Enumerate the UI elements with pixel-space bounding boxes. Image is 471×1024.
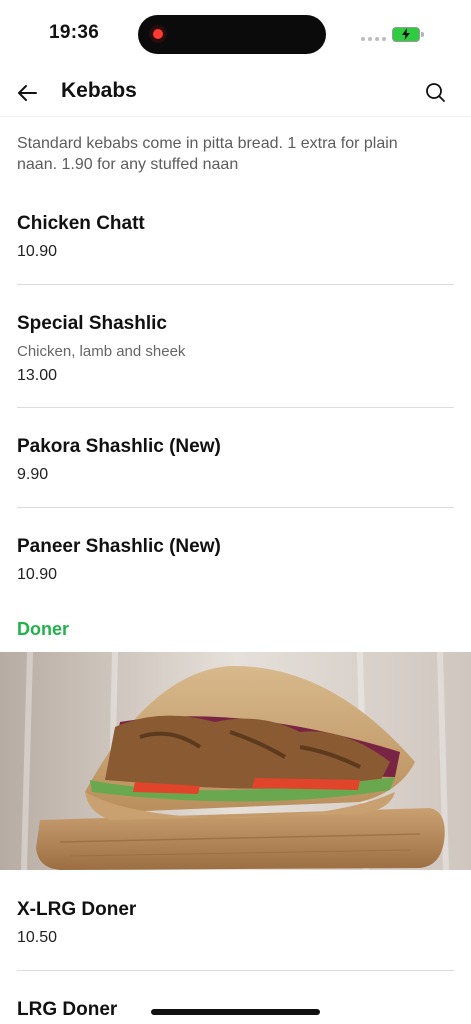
menu-item-special-shashlic[interactable]: Special Shashlic Chicken, lamb and sheek…: [0, 300, 471, 407]
divider: [17, 507, 454, 508]
menu-item-pakora-shashlic[interactable]: Pakora Shashlic (New) 9.90: [0, 423, 471, 507]
divider: [17, 407, 454, 408]
signal-icon: [361, 37, 386, 41]
item-name: X-LRG Doner: [17, 899, 137, 920]
item-price: 10.90: [17, 243, 58, 260]
section-title-doner: Doner: [17, 619, 70, 639]
item-price: 10.90: [17, 566, 58, 583]
recording-indicator-icon: [149, 25, 167, 43]
back-button[interactable]: [14, 79, 42, 107]
category-description: Standard kebabs come in pitta bread. 1 e…: [17, 135, 398, 173]
item-price: 9.90: [17, 466, 49, 483]
dynamic-island: [138, 15, 326, 54]
item-name: Pakora Shashlic (New): [17, 436, 221, 457]
menu-item-chicken-chatt[interactable]: Chicken Chatt 10.90: [0, 200, 471, 285]
status-bar: 19:36: [0, 0, 471, 70]
arrow-left-icon: [18, 85, 37, 101]
item-name: Paneer Shashlic (New): [17, 536, 221, 557]
divider: [17, 970, 454, 971]
item-price: 10.50: [17, 929, 58, 946]
nav-bar: Kebabs: [0, 70, 471, 117]
search-button[interactable]: [422, 79, 450, 107]
item-name: Special Shashlic: [17, 313, 167, 334]
home-indicator[interactable]: [151, 1009, 320, 1015]
menu-item-paneer-shashlic[interactable]: Paneer Shashlic (New) 10.90: [0, 523, 471, 607]
menu-item-lrg-doner[interactable]: LRG Doner: [0, 986, 471, 1024]
search-icon: [426, 83, 445, 102]
item-name: LRG Doner: [17, 999, 118, 1020]
item-price: 13.00: [17, 367, 58, 384]
page-title: Kebabs: [61, 79, 137, 102]
status-time: 19:36: [49, 22, 100, 43]
item-description: Chicken, lamb and sheek: [17, 343, 186, 360]
doner-hero-image: [0, 652, 471, 870]
battery-charging-icon: [392, 27, 424, 42]
item-name: Chicken Chatt: [17, 213, 145, 234]
divider: [17, 284, 454, 285]
menu-item-x-lrg-doner[interactable]: X-LRG Doner 10.50: [0, 886, 471, 971]
